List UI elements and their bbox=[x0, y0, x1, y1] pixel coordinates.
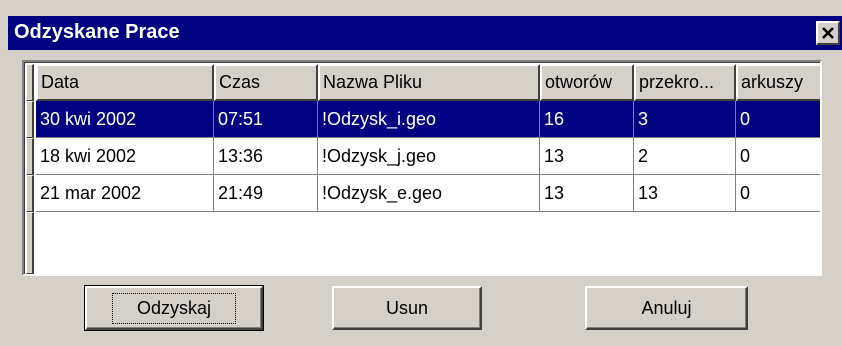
table-row[interactable]: 21 mar 2002 21:49 !Odzysk_e.geo 13 13 0 bbox=[36, 175, 820, 212]
cell-arkuszy: 0 bbox=[736, 101, 820, 138]
delete-button-label: Usun bbox=[385, 297, 429, 318]
window-title: Odzyskane Prace bbox=[14, 21, 180, 43]
cell-date: 18 kwi 2002 bbox=[36, 138, 214, 175]
close-icon bbox=[822, 27, 834, 39]
cell-otworow: 16 bbox=[540, 101, 634, 138]
row-handle bbox=[26, 101, 34, 138]
cell-time: 13:36 bbox=[214, 138, 318, 175]
table-row[interactable]: 30 kwi 2002 07:51 !Odzysk_i.geo 16 3 0 bbox=[36, 101, 820, 138]
column-header-czas[interactable]: Czas bbox=[214, 64, 318, 101]
cell-otworow: 13 bbox=[540, 138, 634, 175]
delete-button[interactable]: Usun bbox=[332, 286, 482, 330]
close-button[interactable] bbox=[816, 21, 840, 45]
cancel-button-label: Anuluj bbox=[641, 297, 692, 318]
cell-arkuszy: 0 bbox=[736, 175, 820, 212]
list-header: Data Czas Nazwa Pliku otworów przekro...… bbox=[36, 64, 820, 101]
title-bar[interactable]: Odzyskane Prace bbox=[8, 16, 842, 50]
recover-button-label: Odzyskaj bbox=[111, 292, 237, 324]
cell-arkuszy: 0 bbox=[736, 138, 820, 175]
cell-przekroje: 3 bbox=[634, 101, 736, 138]
cell-filename: !Odzysk_j.geo bbox=[318, 138, 540, 175]
cell-przekroje: 2 bbox=[634, 138, 736, 175]
recovered-work-dialog: Odzyskane Prace Data Czas Nazwa Pliku ot… bbox=[0, 0, 842, 346]
table-row[interactable]: 18 kwi 2002 13:36 !Odzysk_j.geo 13 2 0 bbox=[36, 138, 820, 175]
cell-filename: !Odzysk_e.geo bbox=[318, 175, 540, 212]
recover-button[interactable]: Odzyskaj bbox=[84, 285, 264, 331]
cell-time: 07:51 bbox=[214, 101, 318, 138]
cell-date: 30 kwi 2002 bbox=[36, 101, 214, 138]
column-header-data[interactable]: Data bbox=[36, 64, 214, 101]
recovered-files-list[interactable]: Data Czas Nazwa Pliku otworów przekro...… bbox=[22, 60, 822, 276]
header-row-handle bbox=[26, 64, 34, 101]
cancel-button[interactable]: Anuluj bbox=[585, 286, 748, 330]
row-handle bbox=[26, 175, 34, 212]
column-header-nazwa-pliku[interactable]: Nazwa Pliku bbox=[318, 64, 540, 101]
cell-filename: !Odzysk_i.geo bbox=[318, 101, 540, 138]
cell-otworow: 13 bbox=[540, 175, 634, 212]
column-header-otworow[interactable]: otworów bbox=[540, 64, 634, 101]
row-handle bbox=[26, 212, 34, 274]
column-header-przekroje[interactable]: przekro... bbox=[634, 64, 736, 101]
cell-time: 21:49 bbox=[214, 175, 318, 212]
row-handle bbox=[26, 138, 34, 175]
cell-date: 21 mar 2002 bbox=[36, 175, 214, 212]
column-header-arkuszy[interactable]: arkuszy bbox=[736, 64, 820, 101]
cell-przekroje: 13 bbox=[634, 175, 736, 212]
